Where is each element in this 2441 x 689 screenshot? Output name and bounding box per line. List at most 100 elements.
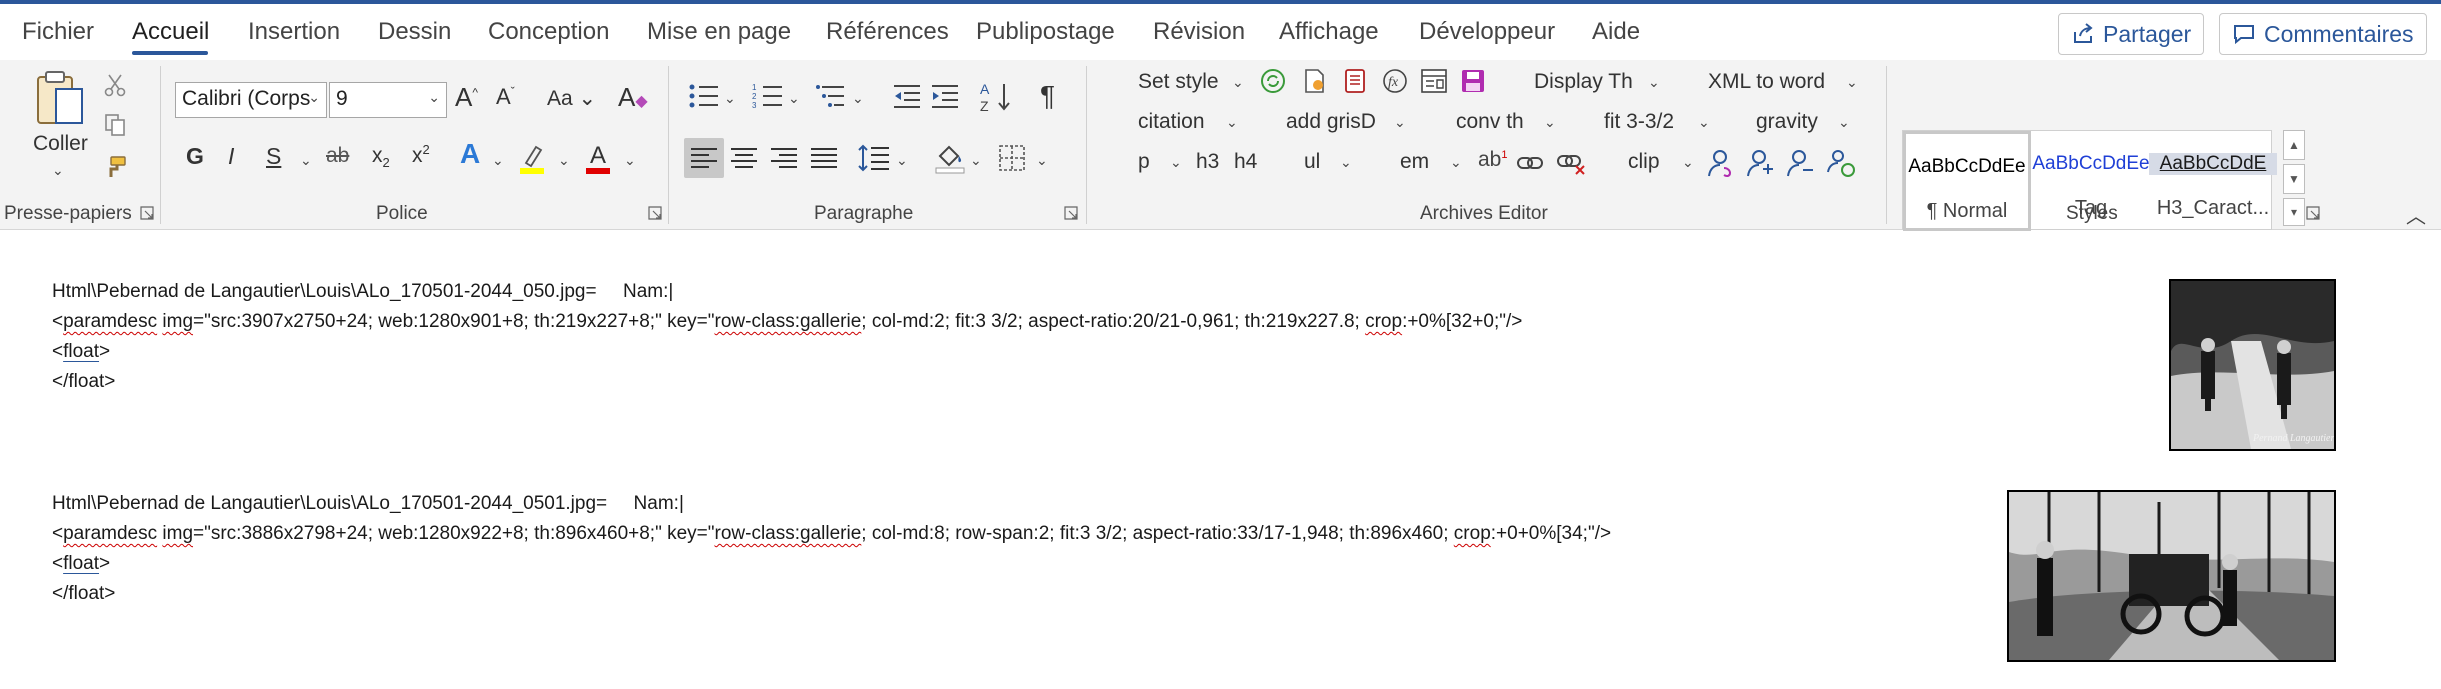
link-icon[interactable] xyxy=(1516,152,1544,174)
doc-line-path[interactable]: Html\Pebernad de Langautier\Louis\ALo_17… xyxy=(52,493,684,515)
tab-publipostage[interactable]: Publipostage xyxy=(976,18,1115,46)
tab-insertion[interactable]: Insertion xyxy=(248,18,340,46)
style-h3-caract[interactable]: AaBbCcDdE H3_Caract... xyxy=(2149,131,2277,231)
unlink-icon[interactable] xyxy=(1556,152,1586,176)
tab-fichier[interactable]: Fichier xyxy=(22,18,94,46)
clear-formatting-icon[interactable]: A◆ xyxy=(618,82,648,113)
font-color-icon[interactable]: A xyxy=(582,140,614,176)
align-center-icon[interactable] xyxy=(730,146,758,170)
conv-th-dropdown-icon[interactable]: ⌄ xyxy=(1544,114,1556,131)
shading-icon[interactable] xyxy=(934,142,966,174)
line-spacing-dropdown-icon[interactable]: ⌄ xyxy=(896,152,908,169)
align-right-icon[interactable] xyxy=(770,146,798,170)
paste-dropdown-icon[interactable]: ⌄ xyxy=(52,162,64,179)
bullets-icon[interactable] xyxy=(688,82,720,110)
xml-to-word-dropdown-icon[interactable]: ⌄ xyxy=(1846,74,1858,91)
font-name-field[interactable]: Calibri (Corps ⌄ xyxy=(175,82,327,118)
window-icon[interactable] xyxy=(1420,68,1448,94)
underline-dropdown-icon[interactable]: ⌄ xyxy=(300,152,312,169)
p-dropdown-icon[interactable]: ⌄ xyxy=(1170,154,1182,171)
em-dropdown-icon[interactable]: ⌄ xyxy=(1450,154,1462,171)
font-launcher-icon[interactable] xyxy=(648,206,662,220)
tab-accueil[interactable]: Accueil xyxy=(132,18,209,46)
ul-button[interactable]: ul xyxy=(1304,150,1320,174)
save-icon[interactable] xyxy=(1460,68,1486,94)
underline-icon[interactable]: S xyxy=(266,143,281,170)
tab-affichage[interactable]: Affichage xyxy=(1279,18,1379,46)
tab-dessin[interactable]: Dessin xyxy=(378,18,451,46)
format-painter-icon[interactable] xyxy=(100,152,130,182)
add-grisd-button[interactable]: add grisD xyxy=(1286,110,1376,134)
clipboard-launcher-icon[interactable] xyxy=(140,206,154,220)
user-link-icon[interactable] xyxy=(1706,148,1736,178)
fit-button[interactable]: fit 3-3/2 xyxy=(1604,110,1674,134)
doc-line-path[interactable]: Html\Pebernad de Langautier\Louis\ALo_17… xyxy=(52,281,673,303)
doc-line-float-close[interactable]: </float> xyxy=(52,583,115,605)
text-effects-dropdown-icon[interactable]: ⌄ xyxy=(492,152,504,169)
book-icon[interactable] xyxy=(1342,68,1368,94)
paste-label[interactable]: Coller xyxy=(33,132,88,156)
doc-line-float-close[interactable]: </float> xyxy=(52,371,115,393)
copy-icon[interactable] xyxy=(100,110,130,140)
add-user-icon[interactable] xyxy=(1746,148,1776,178)
numbering-dropdown-icon[interactable]: ⌄ xyxy=(788,90,800,107)
shrink-font-icon[interactable]: Aˇ xyxy=(496,84,515,110)
bullets-dropdown-icon[interactable]: ⌄ xyxy=(724,90,736,107)
ul-dropdown-icon[interactable]: ⌄ xyxy=(1340,154,1352,171)
h4-button[interactable]: h4 xyxy=(1234,150,1257,174)
citation-dropdown-icon[interactable]: ⌄ xyxy=(1226,114,1238,131)
fit-dropdown-icon[interactable]: ⌄ xyxy=(1698,114,1710,131)
clip-button[interactable]: clip xyxy=(1628,150,1660,174)
paragraph-launcher-icon[interactable] xyxy=(1064,206,1078,220)
superscript-icon[interactable]: x2 xyxy=(412,142,430,168)
set-style-button[interactable]: Set style xyxy=(1138,70,1219,94)
display-th-button[interactable]: Display Th xyxy=(1534,70,1633,94)
paste-icon[interactable] xyxy=(30,68,90,130)
h3-button[interactable]: h3 xyxy=(1196,150,1219,174)
change-case-button[interactable]: Aa ⌄ xyxy=(547,86,596,111)
justify-icon[interactable] xyxy=(810,146,838,170)
doc-line-paramdesc[interactable]: <paramdesc img="src:3886x2798+24; web:12… xyxy=(52,523,1611,545)
font-name-dropdown-icon[interactable]: ⌄ xyxy=(308,89,320,106)
numbering-icon[interactable]: 123 xyxy=(752,82,784,110)
collapse-ribbon-icon[interactable]: ︿ xyxy=(2406,200,2426,229)
borders-icon[interactable] xyxy=(998,144,1026,172)
styles-more-icon[interactable]: ▾ xyxy=(2283,198,2305,226)
styles-scroll-up-icon[interactable]: ▲ xyxy=(2283,130,2305,160)
font-size-field[interactable]: 9 ⌄ xyxy=(329,82,447,118)
borders-dropdown-icon[interactable]: ⌄ xyxy=(1036,152,1048,169)
bold-icon[interactable]: G xyxy=(186,143,204,170)
photo-thumbnail-2[interactable] xyxy=(2007,490,2336,662)
xml-to-word-button[interactable]: XML to word xyxy=(1708,70,1825,94)
cut-icon[interactable] xyxy=(100,70,130,100)
set-style-dropdown-icon[interactable]: ⌄ xyxy=(1232,74,1244,91)
sort-icon[interactable]: AZ xyxy=(980,80,1014,114)
highlight-dropdown-icon[interactable]: ⌄ xyxy=(558,152,570,169)
display-th-dropdown-icon[interactable]: ⌄ xyxy=(1648,74,1660,91)
refresh-icon[interactable] xyxy=(1260,68,1286,94)
doc-line-float-open[interactable]: <float> xyxy=(52,553,110,575)
italic-icon[interactable]: I xyxy=(228,143,234,170)
doc-line-float-open[interactable]: <float> xyxy=(52,341,110,363)
doc-settings-icon[interactable] xyxy=(1302,68,1328,94)
doc-line-paramdesc[interactable]: <paramdesc img="src:3907x2750+24; web:12… xyxy=(52,311,1522,333)
comments-button[interactable]: Commentaires xyxy=(2219,13,2427,55)
line-spacing-icon[interactable] xyxy=(858,144,890,172)
styles-launcher-icon[interactable] xyxy=(2306,206,2320,220)
decrease-indent-icon[interactable] xyxy=(892,82,922,110)
gravity-dropdown-icon[interactable]: ⌄ xyxy=(1838,114,1850,131)
document-area[interactable]: Html\Pebernad de Langautier\Louis\ALo_17… xyxy=(0,231,2441,689)
font-size-dropdown-icon[interactable]: ⌄ xyxy=(428,89,440,106)
remove-user-icon[interactable] xyxy=(1786,148,1816,178)
add-grisd-dropdown-icon[interactable]: ⌄ xyxy=(1394,114,1406,131)
sync-users-icon[interactable] xyxy=(1826,148,1856,178)
style-normal[interactable]: AaBbCcDdEe ¶ Normal xyxy=(1903,131,2031,231)
highlight-icon[interactable] xyxy=(516,140,548,176)
tab-developpeur[interactable]: Développeur xyxy=(1419,18,1555,46)
grow-font-icon[interactable]: A^ xyxy=(455,82,478,113)
align-left-icon[interactable] xyxy=(690,146,718,170)
gravity-button[interactable]: gravity xyxy=(1756,110,1818,134)
tab-mise-en-page[interactable]: Mise en page xyxy=(647,18,791,46)
styles-scroll-down-icon[interactable]: ▼ xyxy=(2283,164,2305,194)
share-button[interactable]: Partager xyxy=(2058,13,2205,55)
